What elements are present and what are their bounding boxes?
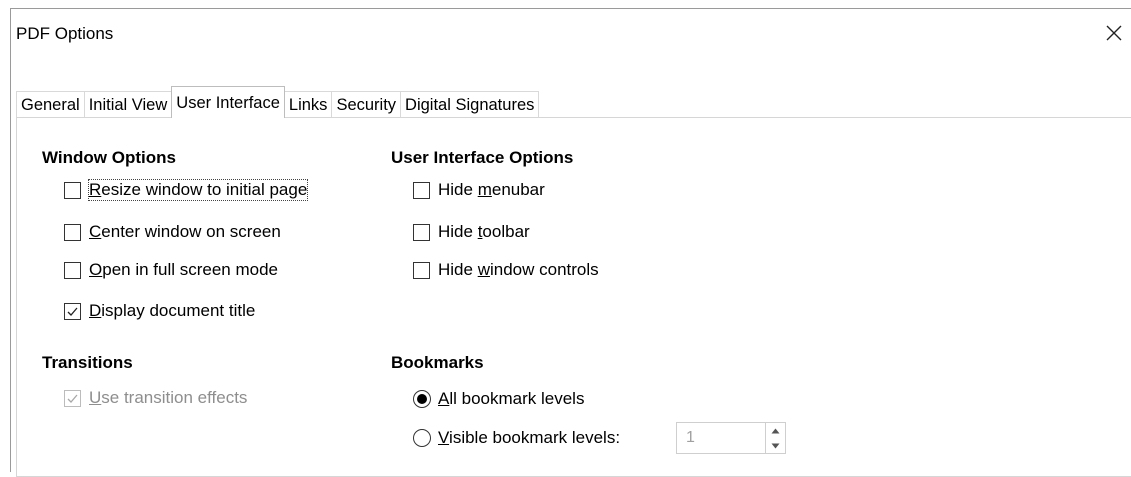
- spin-down-button[interactable]: [766, 438, 785, 453]
- hide-window-controls-checkbox[interactable]: Hide window controls: [413, 259, 599, 281]
- hide-window-controls-label: Hide window controls: [438, 260, 599, 279]
- close-icon: [1106, 25, 1122, 41]
- visible-bookmark-levels-label: Visible bookmark levels:: [438, 428, 621, 447]
- center-window-checkbox[interactable]: Center window on screen: [64, 221, 281, 243]
- checkmark-icon: [67, 394, 78, 403]
- checkmark-icon: [67, 307, 78, 316]
- checkbox-box[interactable]: [64, 389, 81, 407]
- fullscreen-label: Open in full screen mode: [89, 260, 279, 279]
- display-title-label: Display document title: [89, 301, 256, 320]
- bookmarks-heading: Bookmarks: [391, 353, 484, 372]
- all-bookmark-levels-label: All bookmark levels: [438, 389, 585, 408]
- tab-security[interactable]: Security: [331, 91, 402, 118]
- checkbox-box[interactable]: [413, 223, 430, 241]
- radio-selected-dot: [417, 394, 427, 404]
- center-window-label: Center window on screen: [89, 222, 281, 241]
- hide-toolbar-label: Hide toolbar: [438, 222, 530, 241]
- checkbox-box[interactable]: [413, 181, 430, 199]
- tab-general[interactable]: General: [16, 91, 85, 118]
- ui-options-heading: User Interface Options: [391, 148, 574, 167]
- bookmark-levels-value[interactable]: 1: [686, 429, 695, 447]
- window-options-heading: Window Options: [42, 148, 176, 167]
- display-title-checkbox[interactable]: Display document title: [64, 300, 255, 322]
- tab-bar: General Initial View User Interface Link…: [16, 86, 540, 118]
- radio-button[interactable]: [413, 390, 431, 408]
- tab-panel: [16, 117, 1131, 477]
- bookmark-levels-spinbox[interactable]: 1: [676, 422, 786, 454]
- tab-links[interactable]: Links: [283, 91, 333, 118]
- dialog-title: PDF Options: [16, 24, 114, 43]
- all-bookmark-levels-radio[interactable]: All bookmark levels: [413, 388, 584, 410]
- transition-effects-label: Use transition effects: [89, 388, 248, 407]
- spin-buttons: [765, 423, 785, 453]
- tab-user-interface[interactable]: User Interface: [171, 86, 285, 118]
- resize-window-checkbox[interactable]: Resize window to initial page: [64, 179, 309, 201]
- triangle-up-icon: [771, 428, 780, 433]
- radio-button[interactable]: [413, 429, 431, 447]
- checkbox-box[interactable]: [64, 302, 81, 320]
- resize-window-label: Resize window to initial page: [87, 179, 309, 201]
- fullscreen-checkbox[interactable]: Open in full screen mode: [64, 259, 278, 281]
- tab-digital-signatures[interactable]: Digital Signatures: [400, 91, 540, 118]
- checkbox-box[interactable]: [64, 261, 81, 279]
- checkbox-box[interactable]: [64, 223, 81, 241]
- close-button[interactable]: [1101, 19, 1127, 47]
- checkbox-box[interactable]: [64, 181, 81, 199]
- hide-menubar-label: Hide menubar: [438, 180, 545, 199]
- transitions-heading: Transitions: [42, 353, 133, 372]
- checkbox-box[interactable]: [413, 261, 430, 279]
- spin-up-button[interactable]: [766, 423, 785, 438]
- hide-menubar-checkbox[interactable]: Hide menubar: [413, 179, 545, 201]
- visible-bookmark-levels-radio[interactable]: Visible bookmark levels:: [413, 427, 620, 449]
- triangle-down-icon: [771, 443, 780, 448]
- transition-effects-checkbox[interactable]: Use transition effects: [64, 387, 247, 409]
- tab-initial-view[interactable]: Initial View: [83, 91, 173, 118]
- hide-toolbar-checkbox[interactable]: Hide toolbar: [413, 221, 530, 243]
